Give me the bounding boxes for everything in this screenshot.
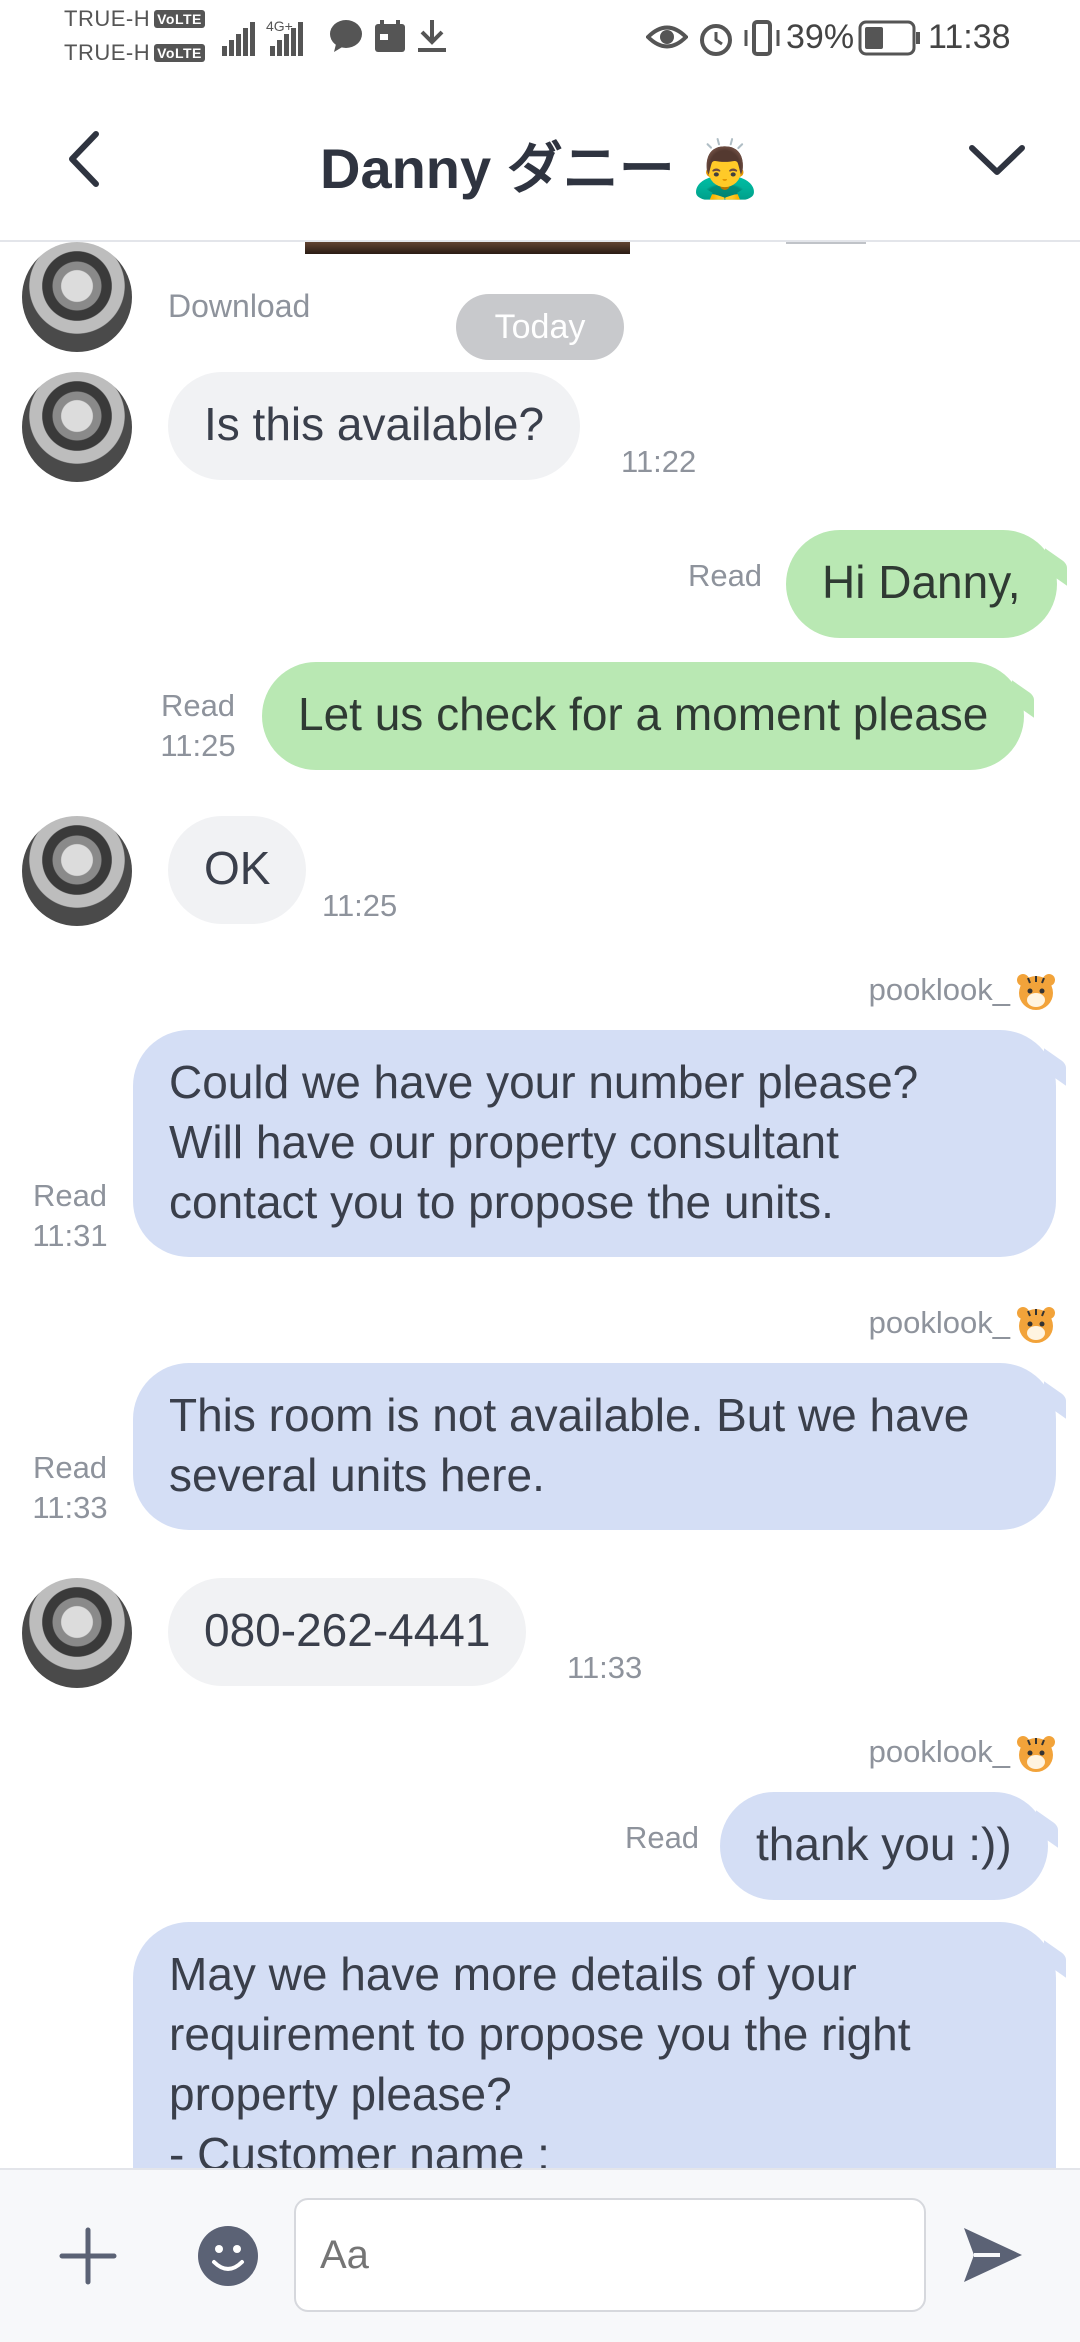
message-bubble-outgoing[interactable]: This room is not available. But we have … <box>133 1363 1056 1530</box>
volte-badge: VoLTE <box>154 10 205 28</box>
read-label: Read <box>32 1178 108 1213</box>
battery-level: 39% <box>786 18 855 56</box>
message-bubble-incoming[interactable]: OK <box>168 816 307 924</box>
send-icon[interactable] <box>960 2222 1026 2288</box>
read-status: Read <box>687 558 763 593</box>
previous-image-edge <box>305 240 630 254</box>
sender-label: pooklook_ <box>868 972 1010 1008</box>
message-time: 11:25 <box>322 888 398 923</box>
previous-time-edge <box>786 240 866 254</box>
chevron-down-icon[interactable] <box>962 124 1032 194</box>
message-time: 11:33 <box>32 1490 108 1525</box>
message-time: 11:33 <box>567 1650 643 1685</box>
carrier-2-label: TRUE-H <box>64 40 151 65</box>
message-composer <box>0 2168 1080 2342</box>
avatar[interactable] <box>22 1578 132 1688</box>
eye-icon <box>646 25 688 49</box>
calendar-icon <box>375 20 405 52</box>
status-bar: TRUE-H VoLTE TRUE-H VoLTE 4G+ 39% 11:38 <box>0 0 1080 80</box>
message-bubble-incoming[interactable]: Is this available? <box>168 372 581 480</box>
message-time: 11:25 <box>160 728 236 763</box>
volte-badge: VoLTE <box>154 44 205 62</box>
chat-title[interactable]: Danny ダニー 🙇‍♂️ <box>0 124 1080 205</box>
battery-icon <box>858 20 920 56</box>
date-separator: Today <box>456 294 624 360</box>
message-bubble-outgoing[interactable]: Could we have your number please? Will h… <box>133 1030 1056 1257</box>
avatar[interactable] <box>22 372 132 482</box>
read-status: Read 11:33 <box>20 1448 120 1528</box>
tiger-emoji-icon <box>1017 1307 1055 1343</box>
message-time: 11:31 <box>32 1218 108 1253</box>
carrier-1-label: TRUE-H <box>64 6 151 31</box>
message-input[interactable] <box>294 2198 926 2312</box>
carrier-2: TRUE-H VoLTE <box>64 40 205 66</box>
chat-header: Danny ダニー 🙇‍♂️ <box>0 80 1080 242</box>
status-time: 11:38 <box>928 18 1011 56</box>
message-bubble-outgoing[interactable]: May we have more details of your require… <box>133 1922 1056 2168</box>
tiger-emoji-icon <box>1017 974 1055 1010</box>
sender-name: pooklook_ <box>869 972 1058 1012</box>
sender-name: pooklook_ <box>869 1734 1058 1774</box>
read-status: Read <box>624 1820 700 1855</box>
signal-icon-2 <box>270 22 305 56</box>
read-status: Read 11:31 <box>20 1176 120 1256</box>
line-app-icon <box>330 20 362 52</box>
plus-icon[interactable] <box>56 2224 120 2288</box>
message-bubble-outgoing[interactable]: thank you :)) <box>720 1792 1048 1900</box>
chat-messages[interactable]: Download Today Is this available? 11:22 … <box>0 240 1080 2168</box>
emoji-icon[interactable] <box>196 2224 260 2288</box>
avatar[interactable] <box>22 816 132 926</box>
download-link[interactable]: Download <box>168 288 310 325</box>
download-icon <box>418 20 446 52</box>
vibrate-icon <box>744 20 780 56</box>
message-bubble-outgoing[interactable]: Hi Danny, <box>786 530 1057 638</box>
sender-name: pooklook_ <box>869 1305 1058 1345</box>
alarm-icon <box>700 24 732 56</box>
signal-icon <box>222 22 257 56</box>
read-status: Read 11:25 <box>148 686 248 766</box>
message-bubble-incoming[interactable]: 080-262-4441 <box>168 1578 527 1686</box>
read-label: Read <box>32 1450 108 1485</box>
tiger-emoji-icon <box>1017 1736 1055 1772</box>
sender-label: pooklook_ <box>868 1734 1010 1770</box>
read-label: Read <box>160 688 236 723</box>
message-time: 11:22 <box>621 444 697 479</box>
carrier-1: TRUE-H VoLTE <box>64 6 205 32</box>
avatar[interactable] <box>22 242 132 352</box>
message-bubble-outgoing[interactable]: Let us check for a moment please <box>262 662 1025 770</box>
sender-label: pooklook_ <box>868 1305 1010 1341</box>
